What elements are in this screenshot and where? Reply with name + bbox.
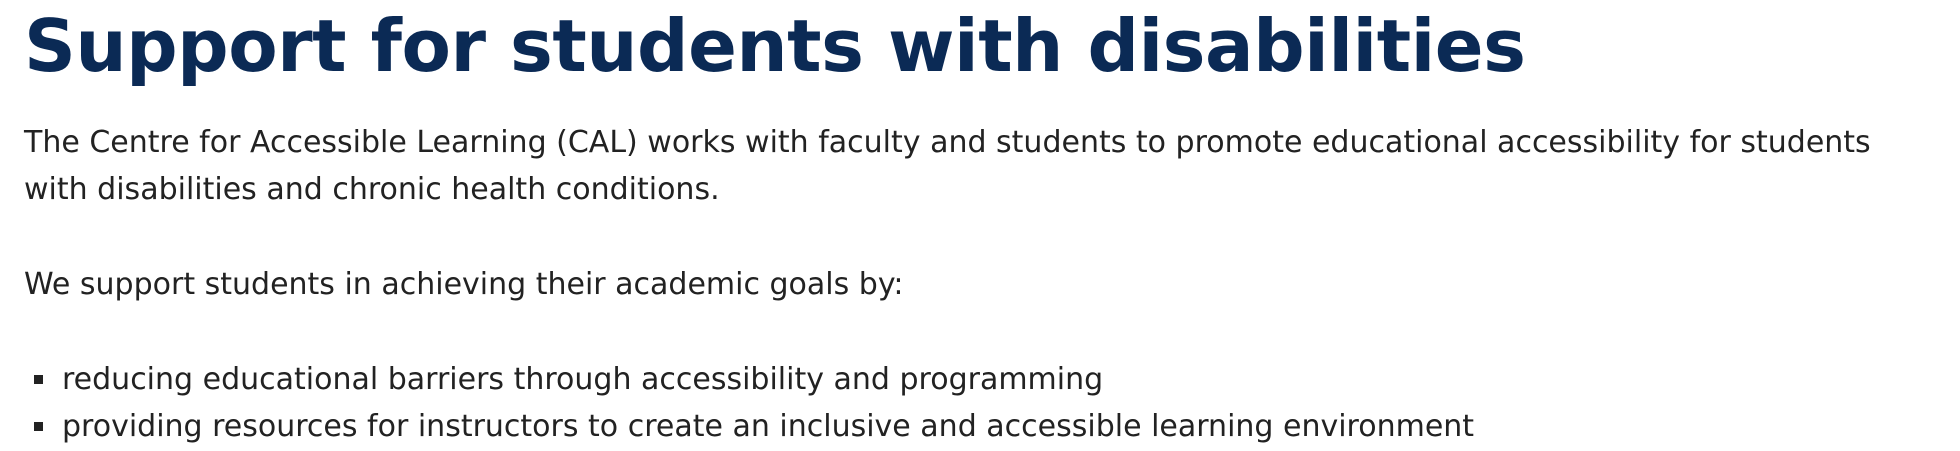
- list-item-text: reducing educational barriers through ac…: [62, 362, 1104, 397]
- square-bullet-icon: [34, 375, 43, 384]
- content-area: Support for students with disabilities T…: [0, 0, 1960, 450]
- list-item-text: providing resources for instructors to c…: [62, 409, 1475, 444]
- support-list: reducing educational barriers through ac…: [24, 356, 1960, 450]
- page-title: Support for students with disabilities: [24, 4, 1526, 88]
- list-item: providing resources for instructors to c…: [24, 403, 1960, 450]
- square-bullet-icon: [34, 422, 43, 431]
- lead-paragraph: We support students in achieving their a…: [24, 267, 904, 302]
- list-item: reducing educational barriers through ac…: [24, 356, 1960, 403]
- intro-paragraph: The Centre for Accessible Learning (CAL)…: [24, 125, 1871, 207]
